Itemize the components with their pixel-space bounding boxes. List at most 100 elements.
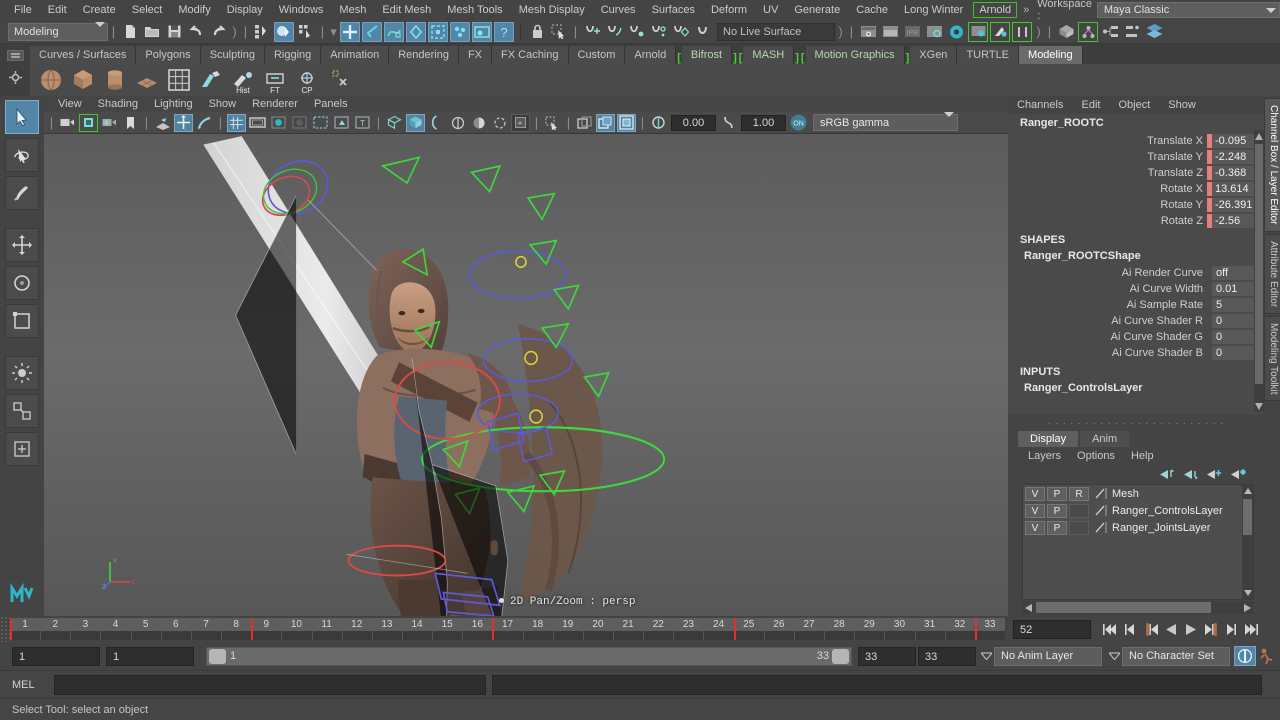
panel-zoom-2-icon[interactable] [596,113,615,132]
move-layer-down-icon[interactable] [1180,466,1200,482]
outliner-icon[interactable] [1056,22,1076,42]
layer-toggle-v[interactable]: V [1025,520,1045,535]
channel-row[interactable]: Ai Curve Shader B0 [1008,345,1264,361]
bevel-icon[interactable] [196,65,226,95]
shelf-tab-curves-surfaces[interactable]: Curves / Surfaces [30,46,137,64]
lock-icon[interactable] [527,22,547,42]
mask-handles-icon[interactable] [362,21,382,42]
channel-box-menu-channels[interactable]: Channels [1008,99,1072,111]
menu-item-uv[interactable]: UV [755,1,786,19]
mask-curves-icon[interactable] [384,21,404,42]
layer-row[interactable]: V P Ranger_ControlsLayer [1023,502,1253,519]
viewport-menu-view[interactable]: View [50,98,90,110]
rotate-tool-button[interactable] [5,266,39,300]
shelf-tab-custom[interactable]: Custom [568,46,626,64]
channel-box-menu-edit[interactable]: Edit [1072,99,1109,111]
shelf-tab-turtle[interactable]: TURTLE [957,46,1020,64]
layer-menu-layers[interactable]: Layers [1020,450,1069,462]
menu-item-mesh-tools[interactable]: Mesh Tools [439,1,510,19]
attribute-spread-icon[interactable] [1122,22,1142,42]
live-surface-field[interactable]: No Live Surface [717,22,835,41]
play-forwards-icon[interactable] [1181,619,1201,639]
channel-row[interactable]: Translate X -0.095 [1008,133,1264,149]
soft-select-tool-button[interactable] [5,356,39,390]
texture-mode-icon[interactable] [311,114,330,132]
mask-dynamics-icon[interactable] [450,21,470,42]
menu-item-edit[interactable]: Edit [40,1,75,19]
range-slider-right-handle[interactable] [832,648,849,664]
anim-end-time-field[interactable]: 33 [918,646,976,666]
menu-item-deform[interactable]: Deform [703,1,755,19]
menu-item-arnold[interactable]: Arnold [973,2,1018,18]
open-scene-icon[interactable] [142,22,162,42]
new-layer-from-selected-icon[interactable] [1228,466,1248,482]
layer-color-swatch[interactable] [1093,504,1109,518]
viewport-menu-renderer[interactable]: Renderer [244,98,306,110]
menu-item-create[interactable]: Create [75,1,124,19]
tab-display[interactable]: Display [1018,431,1079,447]
keyframe-marker[interactable] [733,618,736,640]
snap-projected-icon[interactable] [648,22,668,42]
character-set-selector[interactable]: No Character Set [1122,646,1230,666]
snap-disable-icon[interactable] [692,22,712,42]
range-slider[interactable]: 1 33 [206,646,852,666]
select-tool-button[interactable] [5,100,39,134]
high-quality-render-icon[interactable] [469,114,488,132]
new-scene-icon[interactable] [120,22,140,42]
menu-item-long-winter[interactable]: Long Winter [896,1,971,19]
command-input[interactable] [54,674,486,695]
scroll-up-arrow-icon[interactable] [1243,485,1252,497]
snap-curve-icon[interactable] [604,22,624,42]
mask-surfaces-icon[interactable] [406,21,426,42]
menu-item-surfaces[interactable]: Surfaces [644,1,703,19]
bookmark-camera-icon[interactable] [79,113,98,132]
shelf-tab-mash[interactable]: MASH [743,46,795,64]
poly-plane-icon[interactable] [132,65,162,95]
image-plane-icon[interactable] [153,114,172,132]
layer-toggle-r[interactable]: R [1069,486,1089,501]
panel-zoom-icon[interactable] [575,114,594,132]
scroll-up-arrow-icon[interactable] [1254,130,1264,142]
poly-cylinder-icon[interactable] [100,65,130,95]
viewport-menu-shading[interactable]: Shading [90,98,146,110]
menu-item-mesh[interactable]: Mesh [331,1,374,19]
anim-layer-selector[interactable]: No Anim Layer [994,646,1102,666]
show-manipulator-tool-button[interactable] [5,394,39,428]
layer-editor-toggle-icon[interactable] [1144,22,1164,42]
shelf-tab-sculpting[interactable]: Sculpting [200,46,265,64]
snap-grid-icon[interactable] [582,22,602,42]
channel-row[interactable]: Rotate X 13.614 [1008,181,1264,197]
xray-joints-icon[interactable] [406,113,425,132]
scroll-left-arrow-icon[interactable] [1022,601,1035,614]
ipr-label-icon[interactable]: IPR [902,22,922,42]
tab-anim[interactable]: Anim [1080,431,1130,447]
shelf-tab-rigging[interactable]: Rigging [264,46,322,64]
scale-tool-button[interactable] [5,304,39,338]
keyframe-marker[interactable] [492,618,495,640]
ipr-render-icon[interactable] [880,22,900,42]
color-space-selector[interactable]: sRGB gamma [813,112,958,131]
time-slider[interactable]: 1 2 3 4 5 6 7 8 9 10 11 12 13 14 15 16 17 18 19 20 21 22 23 24 2… [10,618,1005,640]
scroll-right-arrow-icon[interactable] [1241,601,1254,614]
scrollbar-thumb[interactable] [1036,602,1211,613]
poly-sphere-icon[interactable] [36,65,66,95]
scroll-down-arrow-icon[interactable] [1254,400,1264,412]
step-forward-frame-icon[interactable] [1201,619,1221,639]
select-by-hierarchy-icon[interactable] [252,22,272,42]
menu-item-modify[interactable]: Modify [170,1,218,19]
new-layer-icon[interactable] [1204,466,1224,482]
sidebar-tab-channel-box[interactable]: Channel Box / Layer Editor [1264,98,1280,232]
sidebar-tab-modeling-toolkit[interactable]: Modeling Toolkit [1264,315,1280,402]
layer-list-hscrollbar[interactable] [1022,601,1254,614]
menu-item-generate[interactable]: Generate [786,1,848,19]
xray-mode-icon[interactable] [385,114,404,132]
chevron-down-icon[interactable] [1264,4,1277,16]
menu-item-select[interactable]: Select [124,1,171,19]
shaded-mode-icon[interactable] [290,114,309,132]
viewport-menu-lighting[interactable]: Lighting [146,98,201,110]
menu-item-mesh-display[interactable]: Mesh Display [511,1,593,19]
channel-row[interactable]: Ai Curve Shader G0 [1008,329,1264,345]
delete-icon[interactable] [324,65,354,95]
layer-toggle-p[interactable]: P [1047,503,1067,518]
mask-misc-icon[interactable]: ? [494,21,514,42]
